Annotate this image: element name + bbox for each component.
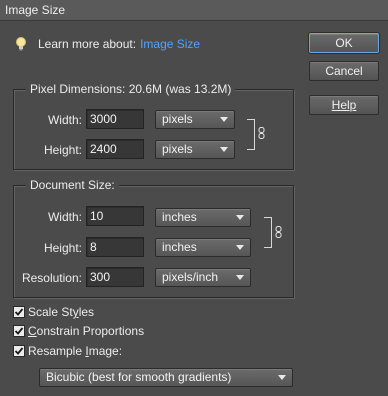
lightbulb-icon xyxy=(16,37,26,51)
constrain-proportions-label: Constrain Proportions xyxy=(28,324,144,338)
checkmark-icon xyxy=(14,308,24,316)
scale-styles-label-part2: les xyxy=(78,305,95,319)
resolution-label: Resolution: xyxy=(21,271,82,285)
pixel-constrain-bracket xyxy=(247,119,255,150)
cancel-button[interactable]: Cancel xyxy=(309,61,379,81)
document-width-unit-value: inches xyxy=(162,210,197,224)
resample-method-value: Bicubic (best for smooth gradients) xyxy=(46,370,232,384)
document-height-label: Height: xyxy=(43,241,82,255)
document-height-input[interactable]: 8 xyxy=(86,237,144,257)
pixel-width-input[interactable]: 3000 xyxy=(86,109,144,129)
pixel-height-label: Height: xyxy=(43,143,82,157)
pixel-height-unit-select[interactable]: pixels xyxy=(155,140,235,159)
pixel-width-label: Width: xyxy=(47,113,82,127)
resample-image-label: Resample Image: xyxy=(28,344,122,358)
pixel-height-unit-value: pixels xyxy=(162,142,193,156)
scale-styles-label-part1: Scale St xyxy=(28,305,73,319)
help-button-label: Help xyxy=(331,98,357,112)
scale-styles-checkbox[interactable]: Scale Styles xyxy=(13,305,94,319)
chevron-down-icon xyxy=(236,215,244,220)
chevron-down-icon xyxy=(220,147,228,152)
chain-link-icon xyxy=(275,226,282,238)
learn-more: Learn more about: Image Size xyxy=(14,36,200,52)
learn-more-link[interactable]: Image Size xyxy=(140,37,200,51)
chain-link-icon xyxy=(258,127,265,139)
chevron-down-icon xyxy=(236,275,244,280)
constrain-proportions-checkbox[interactable]: Constrain Proportions xyxy=(13,324,144,338)
chevron-down-icon xyxy=(278,375,286,380)
scale-styles-label: Scale Styles xyxy=(28,305,94,319)
image-size-dialog: Image Size Learn more about: Image Size … xyxy=(0,0,388,396)
resample-label-part2: mage: xyxy=(88,344,123,358)
resolution-input[interactable]: 300 xyxy=(86,267,144,287)
document-height-unit-value: inches xyxy=(162,240,197,254)
document-size-title: Document Size: xyxy=(26,178,119,192)
resolution-unit-select[interactable]: pixels/inch xyxy=(155,268,251,287)
chevron-down-icon xyxy=(236,245,244,250)
document-constrain-bracket xyxy=(264,217,272,248)
document-height-unit-select[interactable]: inches xyxy=(155,238,251,257)
document-width-unit-select[interactable]: inches xyxy=(155,208,251,227)
document-width-label: Width: xyxy=(47,210,82,224)
chevron-down-icon xyxy=(220,117,228,122)
ok-button[interactable]: OK xyxy=(309,33,379,53)
window-title: Image Size xyxy=(5,3,66,17)
pixel-width-unit-value: pixels xyxy=(162,112,193,126)
document-width-input[interactable]: 10 xyxy=(86,206,144,226)
resample-label-part1: Resample xyxy=(28,344,86,358)
title-bar[interactable]: Image Size xyxy=(0,0,388,21)
checkmark-icon xyxy=(14,327,24,335)
resample-method-select[interactable]: Bicubic (best for smooth gradients) xyxy=(39,368,293,387)
constrain-proportions-checkbox-box[interactable] xyxy=(13,325,25,337)
constrain-label-accel: C xyxy=(28,324,37,338)
pixel-dimensions-title: Pixel Dimensions: 20.6M (was 13.2M) xyxy=(26,82,236,96)
constrain-label-part2: onstrain Proportions xyxy=(36,324,145,338)
pixel-height-input[interactable]: 2400 xyxy=(86,139,144,159)
pixel-width-unit-select[interactable]: pixels xyxy=(155,110,235,129)
resolution-unit-value: pixels/inch xyxy=(162,270,219,284)
scale-styles-checkbox-box[interactable] xyxy=(13,306,25,318)
help-button[interactable]: Help xyxy=(309,95,379,115)
checkmark-icon xyxy=(14,347,24,355)
resample-image-checkbox[interactable]: Resample Image: xyxy=(13,344,122,358)
learn-more-label: Learn more about: xyxy=(38,37,137,51)
resample-image-checkbox-box[interactable] xyxy=(13,345,25,357)
